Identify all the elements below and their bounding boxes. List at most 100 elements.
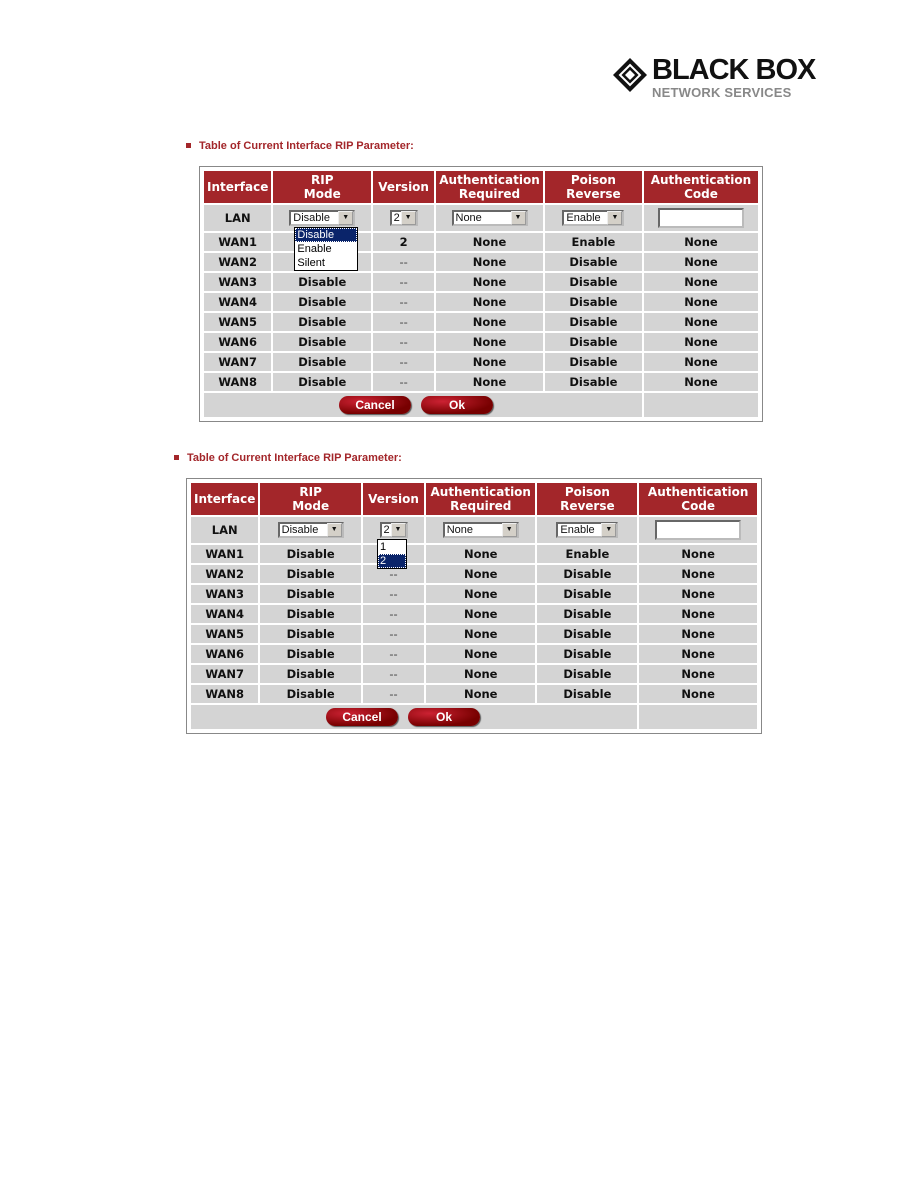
rip-mode-value: Disable <box>273 273 372 291</box>
chevron-down-icon[interactable]: ▼ <box>607 211 623 225</box>
column-header: Authentication Code <box>643 171 758 203</box>
version-value: -- <box>373 253 435 271</box>
auth-code-input[interactable] <box>657 208 744 228</box>
header-row: Interface RIP Mode Version Authentication R… <box>191 483 757 515</box>
chevron-down-icon[interactable]: ▼ <box>338 211 354 225</box>
section-title-text: Table of Current Interface RIP Parameter… <box>187 452 402 464</box>
auth-code-input[interactable] <box>655 520 742 540</box>
dropdown-option[interactable]: 2 <box>377 554 406 568</box>
column-header: RIP Mode <box>260 483 361 515</box>
code-value: None <box>643 253 758 271</box>
version-value: -- <box>362 685 425 703</box>
chevron-down-icon[interactable]: ▼ <box>326 523 342 537</box>
code-value: None <box>639 625 757 643</box>
auth-value: None <box>426 585 536 603</box>
lan-auth-cell: None ▼ <box>436 205 543 231</box>
table-row: WAN6 Disable -- None Disable None <box>204 333 758 351</box>
poison-value: Enable <box>537 545 638 563</box>
auth-select[interactable]: None ▼ <box>442 522 519 538</box>
rip-mode-value: Disable <box>273 373 372 391</box>
black-box-logo: BLACK BOX NETWORK SERVICES <box>612 55 817 100</box>
button-row: Cancel Ok <box>204 393 758 417</box>
code-value: None <box>643 353 758 371</box>
poison-value: Disable <box>537 585 638 603</box>
chevron-down-icon[interactable]: ▼ <box>400 211 416 225</box>
version-select[interactable]: 2 ▼ <box>389 210 418 226</box>
column-header: Version <box>373 171 435 203</box>
ok-button[interactable]: Ok <box>421 396 493 414</box>
poison-value: Disable <box>544 313 642 331</box>
auth-select[interactable]: None ▼ <box>451 210 528 226</box>
column-header: Authentication Code <box>639 483 757 515</box>
rip-mode-value: Disable <box>260 565 361 583</box>
code-value: None <box>643 293 758 311</box>
column-header: Authentication Required <box>426 483 536 515</box>
poison-select[interactable]: Enable ▼ <box>556 522 619 538</box>
button-row: Cancel Ok <box>191 705 757 729</box>
rip-mode-select[interactable]: Disable ▼ <box>289 210 356 226</box>
column-header: Poison Reverse <box>544 171 642 203</box>
code-value: None <box>639 585 757 603</box>
ok-button[interactable]: Ok <box>408 708 480 726</box>
empty-cell <box>643 393 758 417</box>
interface-name: WAN7 <box>191 665 259 683</box>
table-row: WAN8 Disable -- None Disable None <box>191 685 757 703</box>
version-value: -- <box>373 293 435 311</box>
interface-name: WAN7 <box>204 353 272 371</box>
dropdown-option[interactable]: Enable <box>295 242 357 256</box>
version-select[interactable]: 2 ▼ <box>379 522 408 538</box>
auth-value: None <box>436 333 543 351</box>
table-row: WAN5 Disable -- None Disable None <box>191 625 757 643</box>
dropdown-option[interactable]: Silent <box>295 256 357 270</box>
select-value: Enable <box>566 212 601 224</box>
auth-value: None <box>436 273 543 291</box>
diamond-logo-icon <box>613 58 647 92</box>
column-header: Interface <box>191 483 259 515</box>
rip-mode-select[interactable]: Disable ▼ <box>277 522 344 538</box>
poison-select[interactable]: Enable ▼ <box>562 210 625 226</box>
table-row: WAN3 Disable -- None Disable None <box>191 585 757 603</box>
code-value: None <box>643 273 758 291</box>
rip-mode-value: Disable <box>260 645 361 663</box>
auth-value: None <box>436 353 543 371</box>
select-value: Enable <box>560 524 595 536</box>
rip-table-1: Interface RIP Mode Version Authentication R… <box>199 166 763 422</box>
chevron-down-icon[interactable]: ▼ <box>390 523 406 537</box>
poison-value: Disable <box>544 293 642 311</box>
interface-name: WAN3 <box>204 273 272 291</box>
select-value: None <box>446 524 474 536</box>
rip-mode-value: Disable <box>260 625 361 643</box>
auth-value: None <box>426 685 536 703</box>
chevron-down-icon[interactable]: ▼ <box>510 211 526 225</box>
poison-value: Disable <box>544 373 642 391</box>
dropdown-option[interactable]: Disable <box>295 228 358 242</box>
code-value: None <box>639 565 757 583</box>
chevron-down-icon[interactable]: ▼ <box>501 523 517 537</box>
lan-code-cell <box>639 517 757 543</box>
interface-name: WAN6 <box>191 645 259 663</box>
cancel-button[interactable]: Cancel <box>326 708 398 726</box>
table-row: WAN1 2 None Enable None <box>204 233 758 251</box>
code-value: None <box>639 665 757 683</box>
empty-cell <box>639 705 757 729</box>
chevron-down-icon[interactable]: ▼ <box>601 523 617 537</box>
version-value: -- <box>362 645 425 663</box>
poison-value: Disable <box>544 333 642 351</box>
dropdown-option[interactable]: 1 <box>378 540 406 554</box>
column-header: Authentication Required <box>436 171 543 203</box>
rip-mode-value: Disable <box>260 665 361 683</box>
column-header: RIP Mode <box>273 171 372 203</box>
interface-name: WAN4 <box>204 293 272 311</box>
code-value: None <box>643 373 758 391</box>
lan-rip-mode-cell: Disable ▼ <box>260 517 361 543</box>
poison-value: Enable <box>544 233 642 251</box>
lan-poison-cell: Enable ▼ <box>537 517 638 543</box>
table-row: WAN7 Disable -- None Disable None <box>204 353 758 371</box>
table-row: WAN2 -- None Disable None <box>204 253 758 271</box>
version-value: 2 <box>373 233 435 251</box>
code-value: None <box>643 233 758 251</box>
version-value: -- <box>373 373 435 391</box>
version-value: -- <box>362 605 425 623</box>
cancel-button[interactable]: Cancel <box>339 396 411 414</box>
poison-value: Disable <box>544 273 642 291</box>
